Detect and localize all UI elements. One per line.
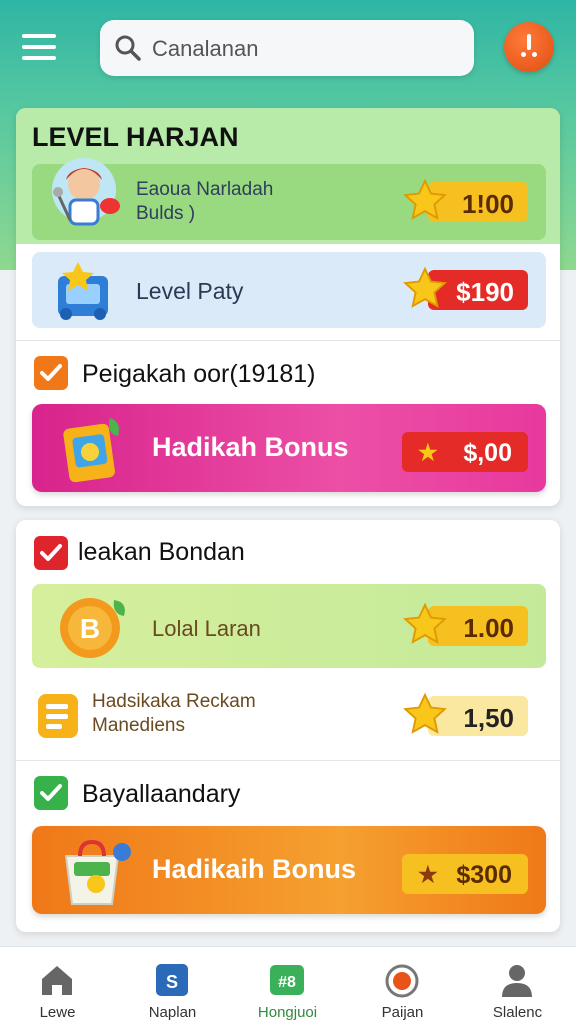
calendar-icon: S bbox=[156, 964, 188, 996]
notification-button[interactable] bbox=[504, 22, 554, 72]
bonus-button-1[interactable]: Hadikah Bonus ★ $,00 bbox=[32, 404, 546, 492]
checkbox-1-label: Peigakah oor(19181) bbox=[82, 360, 316, 388]
level-card-title: LEVEL HARJAN bbox=[32, 122, 239, 152]
nav-item-rewards[interactable]: #8 Hongjuoi bbox=[230, 947, 345, 1025]
bottom-nav: Lewe S Naplan #8 Hongjuoi Paijan Slalenc bbox=[0, 946, 576, 1025]
star-icon bbox=[403, 692, 447, 734]
nav-label-rewards: Hongjuoi bbox=[257, 1004, 318, 1021]
divider bbox=[16, 760, 560, 761]
checkmark-icon bbox=[40, 364, 62, 381]
checkbox-2-label: leakan Bondan bbox=[78, 538, 245, 566]
nav-label-profile: Slalenc bbox=[492, 1004, 543, 1021]
shopping-bag-icon bbox=[64, 839, 131, 905]
bonus-button-2-label: Hadikaih Bonus bbox=[152, 854, 357, 884]
svg-text:B: B bbox=[80, 613, 100, 644]
star-icon: ★ bbox=[418, 440, 438, 465]
svg-text:#8: #8 bbox=[278, 974, 296, 991]
gift-box-icon bbox=[58, 262, 108, 320]
user-icon bbox=[502, 965, 532, 997]
reward-row-1[interactable]: Eaoua Narladah Bulds ) 1!00 bbox=[32, 158, 546, 240]
level-card: LEVEL HARJAN Eaoua Narladah Bulds ) 1!00 bbox=[16, 108, 560, 506]
home-icon bbox=[42, 966, 72, 995]
checkbox-1[interactable] bbox=[34, 356, 68, 390]
menu-button[interactable] bbox=[22, 34, 62, 64]
reward-row-3-label: Lolal Laran bbox=[152, 616, 261, 641]
nav-label-plan: Naplan bbox=[148, 1004, 197, 1021]
target-icon bbox=[385, 964, 419, 998]
nav-label-activity: Paijan bbox=[381, 1004, 424, 1021]
divider bbox=[16, 340, 560, 341]
search-bar[interactable] bbox=[100, 20, 474, 76]
checkmark-icon bbox=[40, 544, 62, 561]
svg-text:S: S bbox=[166, 972, 178, 992]
reward-row-2[interactable]: Level Paty $190 bbox=[32, 252, 546, 328]
checkbox-3[interactable] bbox=[34, 776, 68, 810]
star-icon bbox=[403, 602, 447, 644]
rewards-icon: #8 bbox=[270, 965, 304, 995]
bonus-gift-icon bbox=[63, 418, 119, 483]
search-icon bbox=[115, 35, 141, 61]
nav-item-profile[interactable]: Slalenc bbox=[460, 947, 575, 1025]
bonus-card: leakan Bondan B Lolal Laran 1.00 Hadsika… bbox=[16, 520, 560, 932]
reward-row-4-label: Hadsikaka Reckam Manediens bbox=[92, 691, 256, 736]
bonus-button-1-label: Hadikah Bonus bbox=[152, 432, 349, 462]
document-icon bbox=[38, 694, 78, 738]
nav-label-home: Lewe bbox=[39, 1004, 76, 1021]
nav-item-activity[interactable]: Paijan bbox=[345, 947, 460, 1025]
reward-row-3[interactable]: B Lolal Laran 1.00 bbox=[32, 584, 546, 668]
bonus-button-2[interactable]: Hadikaih Bonus ★ $300 bbox=[32, 826, 546, 914]
bonus-prize-1: ★ $,00 bbox=[402, 432, 528, 472]
avatar-character-icon bbox=[52, 158, 120, 226]
reward-row-2-label: Level Paty bbox=[136, 278, 244, 304]
header bbox=[0, 0, 576, 96]
search-input[interactable] bbox=[150, 28, 454, 70]
alert-icon bbox=[527, 34, 531, 50]
menu-icon bbox=[22, 34, 56, 38]
checkmark-icon bbox=[40, 784, 62, 801]
nav-item-plan[interactable]: S Naplan bbox=[115, 947, 230, 1025]
star-icon bbox=[403, 178, 447, 220]
nav-item-home[interactable]: Lewe bbox=[0, 947, 115, 1025]
checkbox-3-label: Bayallaandary bbox=[82, 780, 241, 808]
star-icon: ★ bbox=[418, 862, 438, 887]
star-icon bbox=[403, 266, 447, 308]
reward-row-4[interactable]: Hadsikaka Reckam Manediens 1,50 bbox=[32, 676, 546, 756]
bonus-prize-2: ★ $300 bbox=[402, 854, 528, 894]
reward-row-1-label: Eaoua Narladah Bulds ) bbox=[136, 179, 274, 224]
coin-icon: B bbox=[60, 598, 125, 658]
checkbox-2[interactable] bbox=[34, 536, 68, 570]
